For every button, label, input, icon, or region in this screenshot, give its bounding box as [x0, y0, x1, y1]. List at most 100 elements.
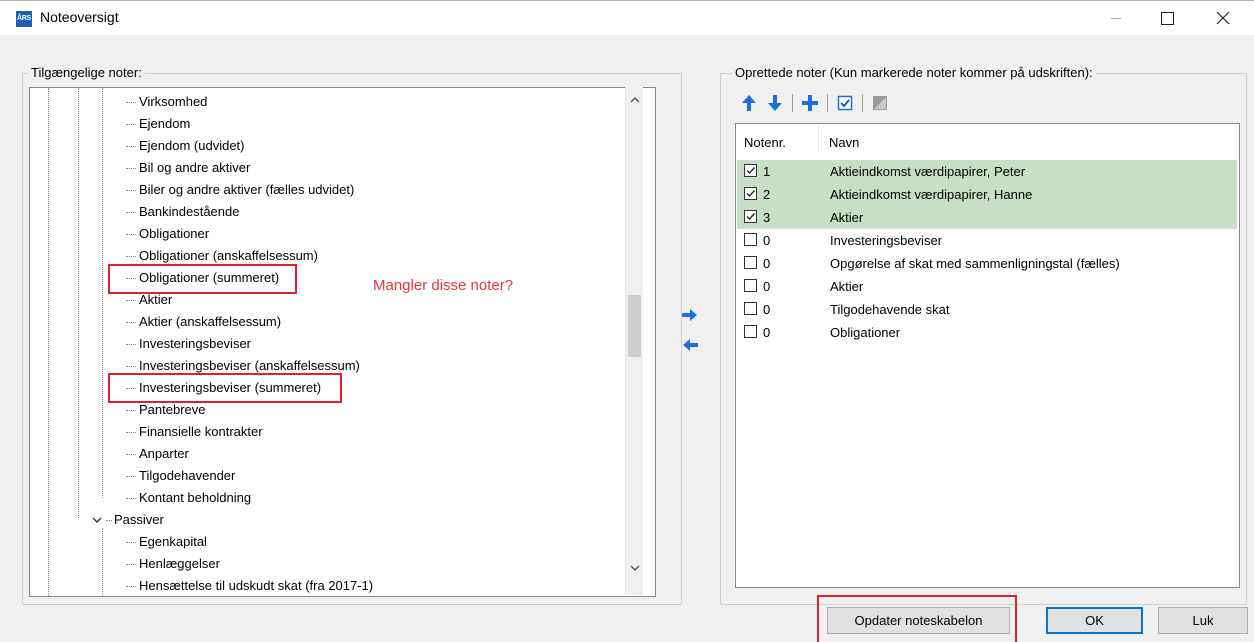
tree-group-passiver[interactable]: Passiver [92, 509, 164, 531]
close-window-button[interactable] [1200, 1, 1246, 35]
note-name: Opgørelse af skat med sammenligningstal … [830, 256, 1120, 271]
note-name: Aktier [830, 279, 864, 294]
check-all-button[interactable] [836, 94, 854, 112]
tree-item[interactable]: Finansielle kontrakter [126, 421, 263, 443]
annotation-text: Mangler disse noter? [373, 277, 514, 294]
plus-icon [802, 95, 818, 111]
tree-guide-line [102, 528, 103, 596]
checkbox-checked[interactable] [744, 187, 757, 200]
list-header: Notenr. Navn [736, 124, 1239, 154]
tree-item[interactable]: Biler og andre aktiver (fælles udvidet) [126, 179, 354, 201]
move-right-button[interactable] [680, 307, 700, 323]
move-up-button[interactable] [740, 94, 758, 112]
window-title: Noteoversigt [40, 9, 119, 25]
tree-item[interactable]: Bil og andre aktiver [126, 157, 250, 179]
checkbox-disabled-icon [873, 96, 887, 110]
tree-guide-line [78, 88, 79, 518]
note-row[interactable]: 0 Investeringsbeviser [737, 229, 1237, 252]
created-notes-list[interactable]: Notenr. Navn 1 Aktieindkomst værdipapirer… [735, 123, 1240, 588]
arrow-down-icon [768, 95, 782, 111]
minimize-icon [1111, 17, 1121, 19]
tree-item[interactable]: Obligationer [126, 223, 209, 245]
update-template-button[interactable]: Opdater noteskabelon [827, 607, 1010, 634]
checkbox-unchecked[interactable] [744, 302, 757, 315]
highlight-box [108, 264, 297, 294]
maximize-icon [1160, 11, 1174, 25]
maximize-button[interactable] [1144, 1, 1190, 35]
note-number: 1 [763, 164, 771, 179]
checkbox-unchecked[interactable] [744, 279, 757, 292]
highlight-box [108, 373, 342, 403]
noteoversigt-dialog: ÅRS Noteoversigt Tilgængelige noter: Vir… [0, 0, 1254, 642]
tree-item[interactable]: Henlæggelser [126, 553, 220, 575]
checkbox-checked[interactable] [744, 210, 757, 223]
tree-guide-line [102, 88, 103, 498]
tree-item[interactable]: Ejendom (udvidet) [126, 135, 245, 157]
note-number: 0 [763, 302, 771, 317]
checkbox-checked-icon [837, 95, 853, 111]
note-number: 0 [763, 325, 771, 340]
tree-item[interactable]: Kontant beholdning [126, 487, 251, 509]
arrow-right-icon [682, 309, 697, 321]
chevron-down-icon[interactable] [92, 511, 104, 533]
notes-toolbar [740, 93, 889, 113]
note-row[interactable]: 1 Aktieindkomst værdipapirer, Peter [737, 160, 1237, 183]
note-row[interactable]: 0 Opgørelse af skat med sammenligningstal… [737, 252, 1237, 275]
uncheck-all-button[interactable] [871, 94, 889, 112]
close-icon [1216, 11, 1230, 25]
checkbox-unchecked[interactable] [744, 256, 757, 269]
column-header-navn[interactable]: Navn [829, 135, 859, 150]
arrow-left-icon [683, 339, 698, 351]
scroll-down-icon[interactable] [626, 561, 643, 578]
note-name: Investeringsbeviser [830, 233, 942, 248]
note-name: Aktieindkomst værdipapirer, Hanne [830, 187, 1033, 202]
note-name: Aktier [830, 210, 864, 225]
scroll-up-icon[interactable] [626, 93, 643, 110]
note-name: Obligationer [830, 325, 901, 340]
note-row[interactable]: 0 Obligationer [737, 321, 1237, 344]
tree-item[interactable]: Tilgodehavender [126, 465, 235, 487]
note-number: 3 [763, 210, 771, 225]
tree-item[interactable]: Egenkapital [126, 531, 207, 553]
tree-scrollbar[interactable] [625, 87, 643, 595]
toolbar-separator [827, 94, 828, 112]
available-notes-label: Tilgængelige noter: [28, 65, 145, 80]
note-number: 0 [763, 256, 771, 271]
move-down-button[interactable] [766, 94, 784, 112]
created-notes-label: Oprettede noter (Kun markerede noter kom… [732, 65, 1096, 80]
note-number: 2 [763, 187, 771, 202]
checkbox-unchecked[interactable] [744, 325, 757, 338]
toolbar-separator [862, 94, 863, 112]
note-row[interactable]: 0 Aktier [737, 275, 1237, 298]
ok-button[interactable]: OK [1046, 607, 1143, 634]
note-number: 0 [763, 279, 771, 294]
scrollbar-thumb[interactable] [628, 295, 641, 357]
note-row[interactable]: 0 Tilgodehavende skat [737, 298, 1237, 321]
tree-item[interactable]: Ejendom [126, 113, 190, 135]
title-bar: ÅRS Noteoversigt [0, 1, 1254, 35]
tree-item[interactable]: Virksomhed [126, 91, 207, 113]
note-name: Aktieindkomst værdipapirer, Peter [830, 164, 1026, 179]
checkbox-unchecked[interactable] [744, 233, 757, 246]
tree-item[interactable]: Hensættelse til udskudt skat (fra 2017-1… [126, 575, 373, 596]
tree-guide-line [48, 88, 49, 596]
note-name: Tilgodehavende skat [830, 302, 950, 317]
arrow-up-icon [742, 95, 756, 111]
note-row[interactable]: 2 Aktieindkomst værdipapirer, Hanne [737, 183, 1237, 206]
minimize-button[interactable] [1093, 1, 1139, 35]
tree-item[interactable]: Investeringsbeviser [126, 333, 251, 355]
checkbox-checked[interactable] [744, 164, 757, 177]
note-row[interactable]: 3 Aktier [737, 206, 1237, 229]
tree-item[interactable]: Anparter [126, 443, 189, 465]
close-button[interactable]: Luk [1158, 607, 1248, 634]
toolbar-separator [792, 94, 793, 112]
app-icon: ÅRS [16, 11, 32, 27]
column-divider [818, 126, 819, 152]
tree-item[interactable]: Aktier (anskaffelsessum) [126, 311, 281, 333]
add-note-button[interactable] [801, 94, 819, 112]
move-left-button[interactable] [680, 337, 700, 353]
note-number: 0 [763, 233, 771, 248]
tree-item[interactable]: Bankindestående [126, 201, 239, 223]
column-header-notenr[interactable]: Notenr. [744, 135, 786, 150]
available-notes-tree[interactable]: Virksomhed Ejendom Ejendom (udvidet) Bil… [29, 87, 656, 597]
